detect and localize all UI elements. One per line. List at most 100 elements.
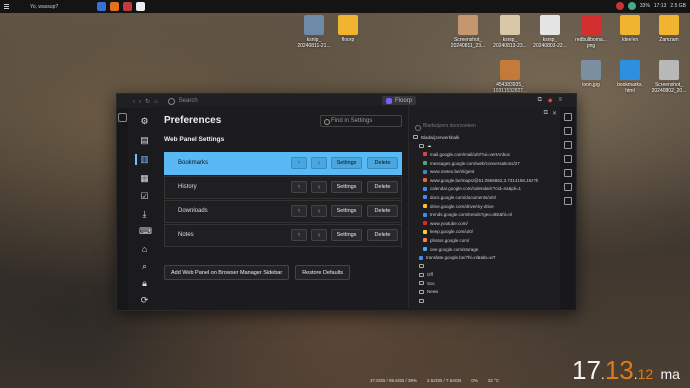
url-bar[interactable]: Search bbox=[167, 97, 198, 105]
settings-button[interactable]: Settings bbox=[331, 205, 362, 217]
extensions-icon[interactable]: ⧉ bbox=[538, 97, 542, 104]
restore-defaults-button[interactable]: Restore Defaults bbox=[295, 265, 351, 280]
app-icon-brave[interactable] bbox=[110, 2, 119, 11]
disk-usage: 37.6GB / 95.6GB / 39% bbox=[370, 378, 418, 383]
settings-button[interactable]: Settings bbox=[331, 229, 362, 241]
folder-icon bbox=[419, 272, 424, 277]
bookmark-folder[interactable]: Off bbox=[413, 271, 557, 280]
history-panel-icon[interactable] bbox=[563, 127, 572, 135]
web-panel-icon[interactable] bbox=[563, 183, 572, 191]
bookmark-item[interactable]: mail.google.com/mail/u/0/?ui=vertAnbox bbox=[413, 150, 557, 159]
delete-button[interactable]: Delete bbox=[367, 181, 398, 193]
close-icon[interactable]: ✕ bbox=[552, 110, 557, 117]
messages-icon bbox=[423, 161, 427, 166]
add-web-panel-button[interactable]: Add Web Panel on Browser Manager Sidebar bbox=[164, 265, 290, 280]
desktop-icon[interactable]: Screenshot_ 20240811_23... bbox=[450, 15, 486, 49]
desktop-icon[interactable]: loon.jpg bbox=[573, 60, 609, 88]
desktop-icon[interactable]: ksnip_ 20240811-21... bbox=[296, 15, 332, 49]
keyboard-icon[interactable]: ⌨ bbox=[139, 226, 152, 237]
app-icon-files[interactable] bbox=[136, 2, 145, 11]
desktop-icon[interactable]: Screenshot_ 20240802_20... bbox=[651, 60, 687, 94]
move-up-button[interactable]: ↑ bbox=[291, 181, 307, 193]
bookmark-folder[interactable]: Soc bbox=[413, 279, 557, 288]
desktop-icon[interactable]: bookmarks. html bbox=[612, 60, 648, 94]
notes-panel-icon[interactable] bbox=[563, 155, 572, 163]
nav-buttons[interactable]: ‹›↻⌂ bbox=[133, 98, 162, 105]
desktop-icon[interactable]: Zamzam bbox=[651, 15, 687, 43]
move-down-button[interactable]: ↓ bbox=[311, 205, 327, 217]
calendar-icon[interactable]: ▦ bbox=[139, 173, 150, 184]
app-icon-browser[interactable] bbox=[97, 2, 106, 11]
move-down-button[interactable]: ↓ bbox=[311, 181, 327, 193]
bookmark-item[interactable]: one.google.com/storage bbox=[413, 245, 557, 254]
menu-icon[interactable]: ≡ bbox=[558, 97, 562, 104]
move-up-button[interactable]: ↑ bbox=[291, 157, 307, 169]
app-icon-red[interactable] bbox=[123, 2, 132, 11]
menu-icon[interactable] bbox=[0, 0, 12, 13]
downloads-panel-icon[interactable] bbox=[563, 141, 572, 149]
web-panel-row-downloads[interactable]: Downloads ↑ ↓ Settings Delete bbox=[164, 200, 402, 223]
bookmark-item[interactable]: trends.google.com/trends?geo=BE&hl=nl bbox=[413, 210, 557, 219]
desktop-icon-label: ksnip_ 20240813-23... bbox=[493, 37, 527, 49]
web-panel-row-notes[interactable]: Notes ↑ ↓ Settings Delete bbox=[164, 224, 402, 247]
move-up-button[interactable]: ↑ bbox=[291, 205, 307, 217]
tray-network-icon[interactable] bbox=[627, 2, 636, 10]
desktop-icon-label: Screenshot_ 20240811_23... bbox=[450, 37, 486, 49]
desktop-icon[interactable]: 454383935_ 1031153282T... bbox=[492, 60, 528, 94]
bookmark-folder[interactable]: News bbox=[413, 288, 557, 297]
floorp-badge[interactable]: Floorp bbox=[382, 96, 417, 105]
bookmark-folder[interactable]: Bladwijzerwerkbalk bbox=[413, 133, 557, 142]
web-panel-row-history[interactable]: History ↑ ↓ Settings Delete bbox=[164, 176, 402, 199]
tray-status-icon[interactable] bbox=[615, 2, 624, 10]
bookmark-item[interactable]: www.google.be/maps/@51.0566862,3.7314156… bbox=[413, 176, 557, 185]
bookmark-label: www.google.be/maps/@51.0566862,3.7314156… bbox=[430, 177, 539, 183]
lock-icon[interactable]: 🔒︎ bbox=[139, 278, 150, 289]
move-down-button[interactable]: ↓ bbox=[311, 229, 327, 241]
find-in-settings-input[interactable]: Find in Settings bbox=[320, 115, 402, 127]
bookmarks-panel-icon[interactable] bbox=[563, 113, 572, 121]
bookmark-item[interactable]: keep.google.com/u/0/ bbox=[413, 228, 557, 237]
move-down-button[interactable]: ↓ bbox=[311, 157, 327, 169]
bookmark-folder[interactable] bbox=[413, 262, 557, 271]
bookmark-folder[interactable]: ☁ bbox=[413, 142, 557, 151]
move-up-button[interactable]: ↑ bbox=[291, 229, 307, 241]
gear-icon[interactable]: ⚙ bbox=[139, 116, 150, 127]
web-panel-icon[interactable] bbox=[563, 197, 572, 205]
search-icon[interactable]: ⌕ bbox=[139, 261, 150, 272]
desktop-icon[interactable]: floorp bbox=[330, 15, 366, 43]
settings-button[interactable]: Settings bbox=[331, 181, 362, 193]
web-panel-row-bookmarks[interactable]: Bookmarks ↑ ↓ Settings Delete bbox=[164, 152, 402, 175]
bookmark-item[interactable]: www.youtube.com/ bbox=[413, 219, 557, 228]
settings-button[interactable]: Settings bbox=[331, 157, 362, 169]
trends-icon bbox=[423, 212, 427, 217]
bookmark-folder[interactable] bbox=[413, 296, 557, 305]
bookmark-item[interactable]: docs.google.com/documents/u/0/ bbox=[413, 193, 557, 202]
pocket-icon[interactable]: ◆ bbox=[548, 97, 553, 104]
desktop-icon[interactable]: ksnip_ 20240813-23... bbox=[492, 15, 528, 49]
bookmark-item[interactable]: messages.google.com/web/conversations/27 bbox=[413, 159, 557, 168]
bookmark-item[interactable]: drive.google.com/drive/my-drive bbox=[413, 202, 557, 211]
delete-button[interactable]: Delete bbox=[367, 205, 398, 217]
bookmark-search-input[interactable]: Bladwijzers doorzoeken bbox=[413, 123, 555, 132]
delete-button[interactable]: Delete bbox=[367, 157, 398, 169]
home-icon[interactable]: ⌂ bbox=[139, 244, 150, 255]
delete-button[interactable]: Delete bbox=[367, 229, 398, 241]
web-panel-icon[interactable]: ▥ bbox=[139, 154, 150, 165]
desktop-icon[interactable]: ksnip_ 20240803-22... bbox=[532, 15, 568, 49]
home-settings-icon[interactable]: ▤ bbox=[139, 135, 150, 146]
bookmark-tree: Bladwijzerwerkbalk ☁ mail.google.com/mai… bbox=[413, 133, 557, 305]
desktop-icon[interactable]: redbullboma... png bbox=[573, 15, 609, 49]
sidebar-toggle-icon[interactable] bbox=[118, 113, 127, 122]
popout-icon[interactable]: ⧉ bbox=[544, 110, 548, 117]
bookmark-item[interactable]: translate.google.be/?hl=nl&tab=wT bbox=[413, 253, 557, 262]
bookmark-item[interactable]: www.meteo.be/nl/gent bbox=[413, 167, 557, 176]
download-icon[interactable]: ⤓ bbox=[139, 209, 150, 220]
bookmark-item[interactable]: photos.google.com/ bbox=[413, 236, 557, 245]
sync-icon[interactable]: ⟳ bbox=[139, 295, 150, 306]
bookmark-item[interactable]: calendar.google.com/calendar/r?cid=ns&pl… bbox=[413, 185, 557, 194]
checkbox-icon[interactable]: ☑ bbox=[139, 191, 150, 202]
photos-icon bbox=[423, 238, 427, 243]
image-file-icon bbox=[304, 15, 324, 35]
web-panel-icon[interactable] bbox=[563, 169, 572, 177]
desktop-icon[interactable]: Idee'en bbox=[612, 15, 648, 43]
